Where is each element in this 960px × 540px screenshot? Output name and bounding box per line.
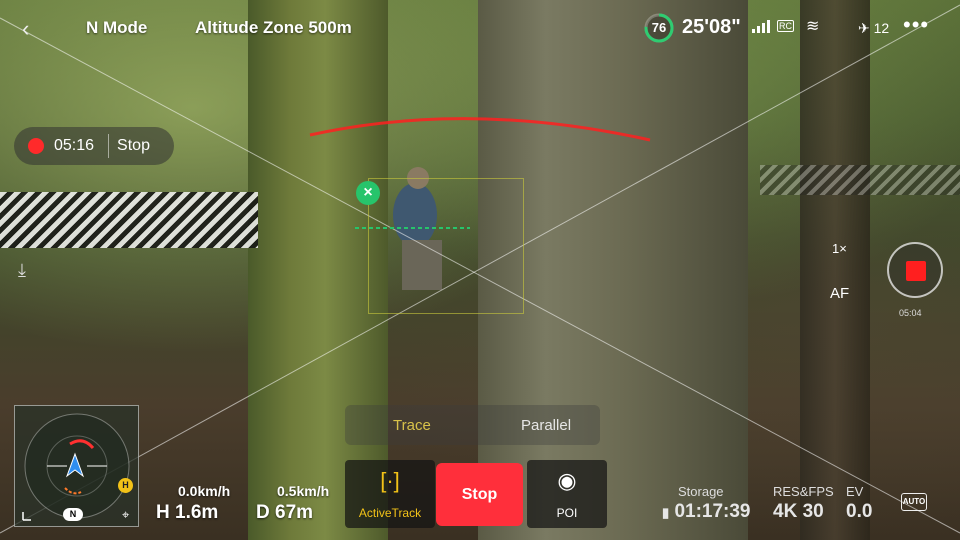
camera-view: ‹ N Mode Altitude Zone 500m 76 25'08" RC… [0, 0, 960, 540]
activetrack-icon: [·] [380, 468, 400, 493]
video-transmission-icon: ≋ [806, 18, 820, 35]
more-horizontal-icon: ••• [903, 12, 930, 37]
flight-mode-label[interactable]: N Mode [86, 18, 147, 38]
horizontal-speed: 0.0km/h [178, 483, 231, 499]
poi-button[interactable]: ◉ POI [527, 460, 607, 528]
tab-trace[interactable]: Trace [393, 417, 431, 434]
home-point-icon: H [118, 478, 133, 493]
height-readout: H 1.6m [156, 502, 219, 523]
back-button[interactable]: ‹ [22, 16, 29, 42]
zoom-level[interactable]: 1× [832, 241, 847, 256]
distance-readout: D 67m [256, 502, 314, 523]
resfps-value[interactable]: 4K 30 [773, 501, 824, 523]
tracking-box[interactable] [368, 178, 524, 314]
tab-parallel[interactable]: Parallel [521, 417, 571, 434]
stop-square-icon [906, 261, 926, 281]
satellite-count: 12 [873, 20, 890, 36]
storage-value: ▮ 01:17:39 [662, 501, 751, 523]
cancel-target-button[interactable]: × [356, 181, 380, 205]
recording-indicator: 05:16 Stop [14, 127, 174, 165]
poi-icon: ◉ [557, 468, 577, 493]
location-pin-icon[interactable]: ⌖ [122, 507, 129, 523]
record-button[interactable] [887, 242, 943, 298]
satellite-indicator: ✈ 12 [858, 20, 889, 37]
activetrack-label: ActiveTrack [358, 506, 422, 520]
altitude-zone-label: Altitude Zone 500m [195, 18, 352, 37]
storage-label: Storage [678, 484, 724, 499]
ev-label: EV [846, 484, 864, 499]
activetrack-button[interactable]: [·] ActiveTrack [345, 460, 435, 528]
more-button[interactable]: ••• [903, 12, 929, 38]
vertical-speed: 0.5km/h [277, 483, 330, 499]
stop-tracking-button[interactable]: Stop [436, 463, 523, 526]
rc-badge: RC [777, 20, 794, 32]
resfps-label: RES&FPS [773, 484, 834, 499]
storage-time: 01:17:39 [674, 501, 751, 522]
poi-label: POI [556, 506, 578, 520]
flight-path-arc [309, 117, 651, 142]
divider [108, 134, 110, 158]
recording-time: 05:16 [54, 137, 95, 154]
satellite-icon: ✈ [858, 20, 870, 36]
battery-percent: 76 [651, 20, 667, 35]
recording-stop-button[interactable]: Stop [117, 137, 150, 155]
ev-value[interactable]: 0.0 [846, 501, 872, 523]
close-icon: × [363, 184, 373, 201]
landing-icon[interactable]: ⤓ [18, 260, 26, 281]
focus-mode-button[interactable]: AF [830, 285, 849, 302]
flight-time-remaining: 25'08" [682, 16, 741, 38]
sd-card-icon: ▮ [662, 505, 670, 520]
record-dot-icon [28, 138, 44, 154]
north-indicator: N [63, 508, 83, 521]
auto-mode-icon[interactable]: AUTO [901, 493, 927, 511]
shutter-timer: 05:04 [899, 308, 922, 318]
chevron-left-icon: ‹ [22, 16, 30, 41]
